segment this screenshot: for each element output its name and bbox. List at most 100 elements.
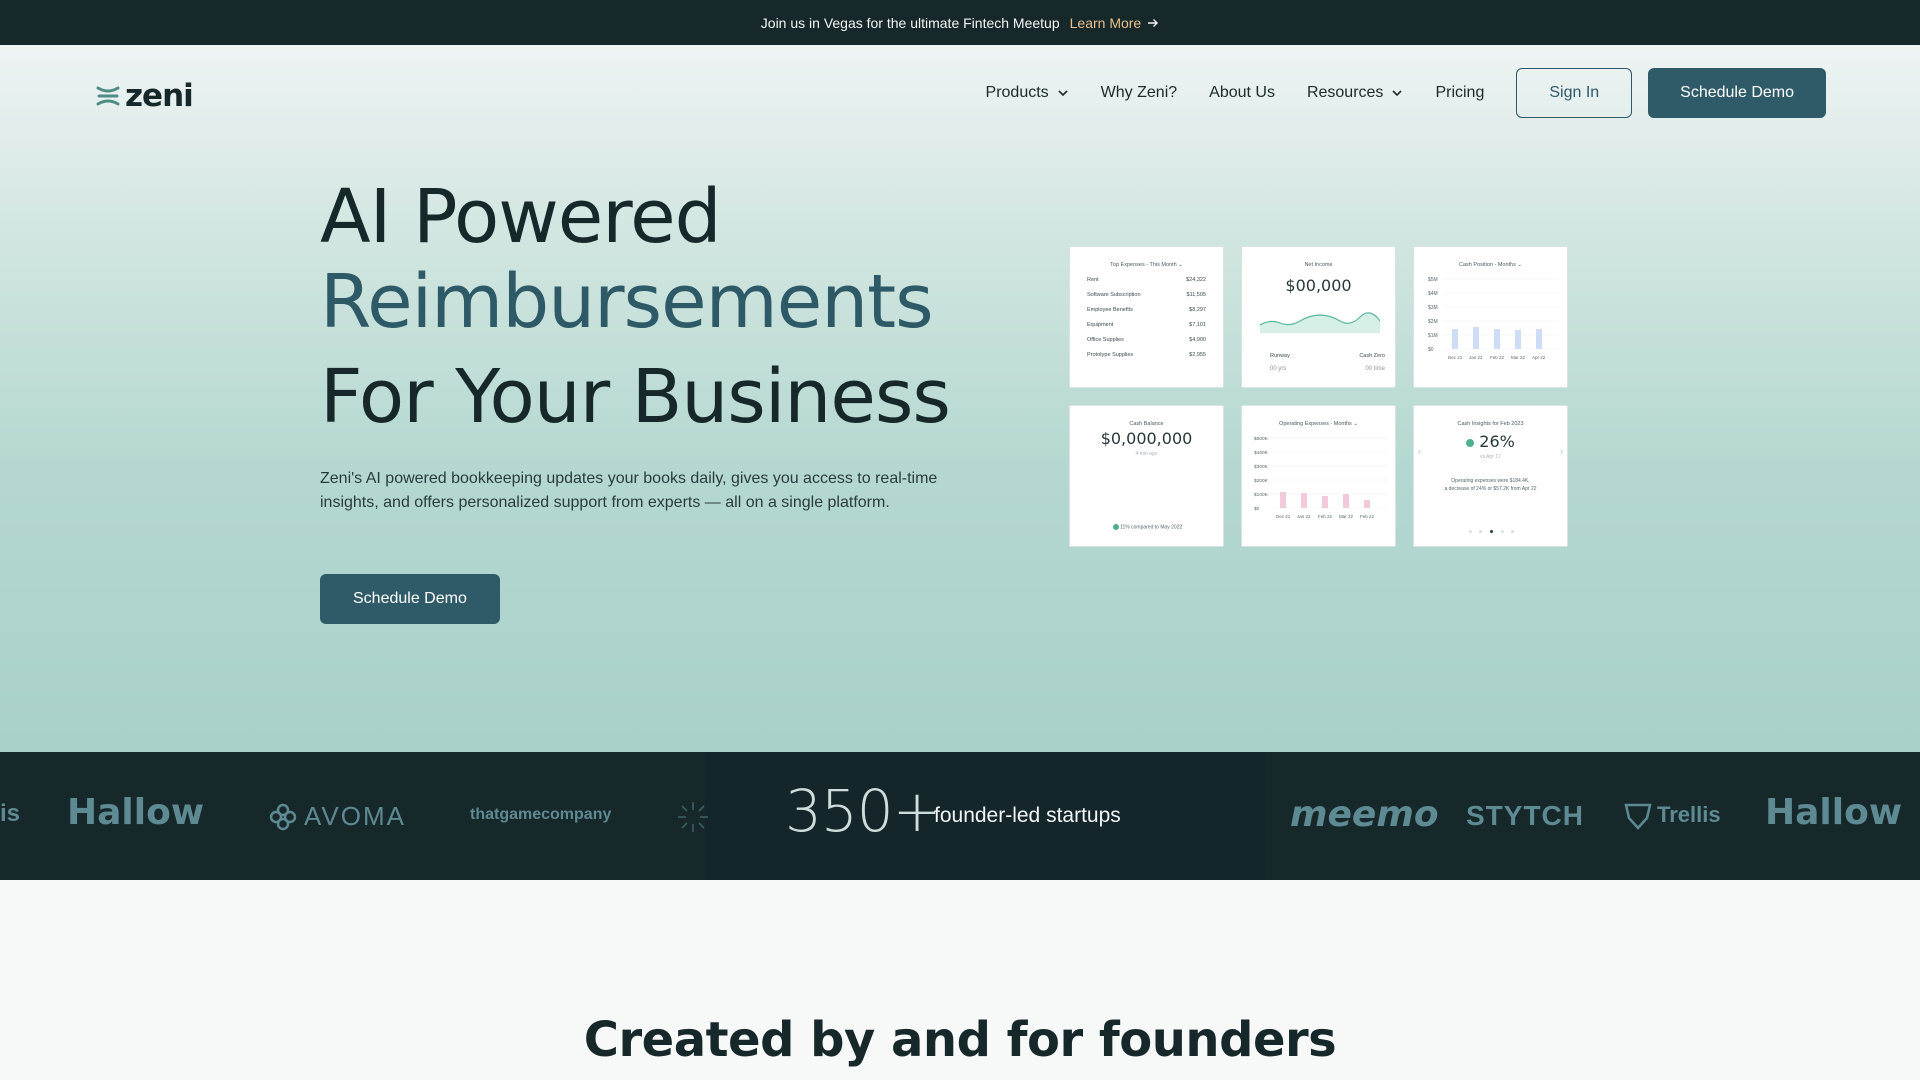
expense-value: $7,101 — [1189, 322, 1206, 328]
expense-label: Prototype Supplies — [1087, 352, 1134, 358]
runway-value: 00 yrs — [1270, 366, 1287, 372]
y-tick: $200K — [1254, 478, 1269, 484]
logo-avoma: AVOMA — [268, 801, 406, 832]
carousel-dot[interactable] — [1500, 530, 1504, 533]
up-indicator-icon — [1466, 438, 1475, 447]
x-tick: Jan 22 — [1297, 514, 1311, 519]
hero-title-line-3: For Your Business — [320, 354, 951, 440]
cash-balance-value: $0,000,000 — [1100, 429, 1193, 448]
nav-why-zeni[interactable]: Why Zeni? — [1101, 84, 1177, 102]
y-tick: $2M — [1428, 319, 1438, 325]
cash-insights-text-1: Operating expenses were $184.4K, — [1451, 478, 1530, 484]
bar — [1494, 329, 1500, 349]
top-expenses-title: Top Expenses - This Month ⌄ — [1110, 262, 1183, 268]
cash-balance-card: Cash Balance $0,000,000 4 min ago 11% co… — [1069, 405, 1224, 547]
nav-resources[interactable]: Resources — [1307, 84, 1403, 102]
avoma-mark-icon — [269, 803, 297, 830]
carousel-dot[interactable] — [1468, 530, 1472, 533]
nav-products[interactable]: Products — [986, 84, 1069, 102]
bar — [1322, 496, 1328, 508]
expense-label: Rent — [1087, 277, 1099, 283]
x-tick: Feb 22 — [1360, 514, 1375, 519]
bar — [1473, 327, 1479, 349]
chevron-left-icon[interactable]: ‹ — [1418, 446, 1421, 456]
cash-zero-label: Cash Zero — [1359, 353, 1385, 359]
avoma-wordmark: AVOMA — [304, 801, 406, 831]
trellis-shield-icon — [1624, 803, 1652, 830]
logo-hallow: Hallow — [1765, 792, 1903, 833]
net-income-value: $00,000 — [1285, 276, 1352, 295]
expense-label: Software Subscription — [1087, 292, 1141, 298]
hero-title-line-2: Reimbursements — [320, 259, 934, 345]
logo-meemo: meemo — [1290, 794, 1439, 835]
carousel-dots[interactable] — [1414, 529, 1567, 535]
schedule-demo-button[interactable]: Schedule Demo — [1648, 68, 1826, 118]
operating-expenses-card: Operating Expenses - Months ⌄ $500K $400… — [1241, 405, 1396, 547]
chevron-right-icon[interactable]: › — [1560, 446, 1563, 456]
sunburst-logo-icon — [678, 802, 708, 832]
sign-in-button[interactable]: Sign In — [1516, 68, 1633, 118]
y-tick: $0 — [1428, 347, 1434, 353]
expense-value: $2,955 — [1189, 352, 1206, 358]
bar — [1364, 500, 1370, 508]
x-tick: Jan 22 — [1469, 355, 1483, 360]
bar — [1343, 494, 1349, 508]
zeni-mark-icon — [96, 86, 120, 106]
hero-title-line-1: AI Powered — [320, 174, 722, 260]
logo-stytch: STYTCH — [1466, 800, 1584, 831]
expense-row: Employee Benefits $8,297 — [1070, 307, 1223, 313]
y-tick: $0 — [1254, 506, 1260, 512]
learn-more-link[interactable]: Learn More — [1070, 15, 1160, 31]
net-income-title: Net Income — [1304, 262, 1333, 268]
carousel-dot[interactable] — [1479, 530, 1483, 533]
expense-value: $8,297 — [1189, 307, 1206, 313]
cash-insights-text-2: a decrease of 24% or $57.2K from Apr 22 — [1444, 486, 1537, 492]
expense-value: $11,505 — [1186, 292, 1206, 298]
stat-label: founder-led startups — [934, 804, 1121, 827]
cash-balance-updated: 4 min ago — [1135, 451, 1158, 457]
x-tick: Apr 22 — [1532, 355, 1546, 360]
y-tick: $3M — [1428, 305, 1438, 311]
expense-value: $4,900 — [1189, 337, 1206, 343]
x-tick: Mar 22 — [1339, 514, 1354, 519]
section-title: Created by and for founders — [583, 1012, 1337, 1068]
logo-wordmark: zeni — [125, 78, 194, 114]
logo-thatgamecompany: thatgamecompany — [470, 806, 612, 823]
x-tick: Mar 22 — [1511, 355, 1526, 360]
y-tick: $5M — [1428, 277, 1438, 283]
carousel-dot-active[interactable] — [1490, 530, 1493, 533]
operating-expenses-title: Operating Expenses - Months ⌄ — [1279, 421, 1358, 427]
up-indicator-icon — [1112, 524, 1119, 530]
cash-insights-sub: vs Apr 17 — [1480, 454, 1501, 460]
cash-insights-card: Cash Insights for Feb 2023 ‹ › 26% vs Ap… — [1413, 405, 1568, 547]
logo-hallow: Hallow — [67, 792, 205, 833]
carousel-dot[interactable] — [1511, 530, 1515, 533]
bar — [1515, 330, 1521, 349]
bar — [1280, 492, 1286, 508]
top-expenses-card: Top Expenses - This Month ⌄ Rent $24,322 … — [1069, 246, 1224, 388]
cash-position-title: Cash Position - Months ⌄ — [1459, 262, 1522, 268]
nav-pricing[interactable]: Pricing — [1435, 84, 1484, 102]
cash-insights-percent-row: 26% — [1414, 432, 1567, 451]
cash-balance-title: Cash Balance — [1129, 421, 1164, 427]
expense-row: Prototype Supplies $2,955 — [1070, 352, 1223, 358]
x-tick: Feb 22 — [1318, 514, 1333, 519]
y-tick: $4M — [1428, 291, 1438, 297]
expense-row: Software Subscription $11,505 — [1070, 292, 1223, 298]
logo-partial: is — [0, 800, 21, 827]
hero-schedule-demo-button[interactable]: Schedule Demo — [320, 574, 500, 624]
y-tick: $500K — [1254, 436, 1269, 442]
trellis-wordmark: Trellis — [1657, 802, 1721, 827]
bar — [1301, 493, 1307, 508]
expense-row: Equipment $7,101 — [1070, 322, 1223, 328]
expense-value: $24,322 — [1186, 277, 1206, 283]
hero-section — [0, 45, 1920, 752]
y-tick: $1M — [1428, 333, 1438, 339]
expense-label: Employee Benefits — [1087, 307, 1133, 313]
bar — [1536, 329, 1542, 349]
expense-row: Rent $24,322 — [1070, 277, 1223, 283]
zeni-logo[interactable]: zeni — [95, 78, 194, 114]
cash-zero-value: 00 time — [1365, 366, 1385, 372]
chevron-down-icon — [1058, 90, 1068, 97]
nav-about-us[interactable]: About Us — [1209, 84, 1275, 102]
